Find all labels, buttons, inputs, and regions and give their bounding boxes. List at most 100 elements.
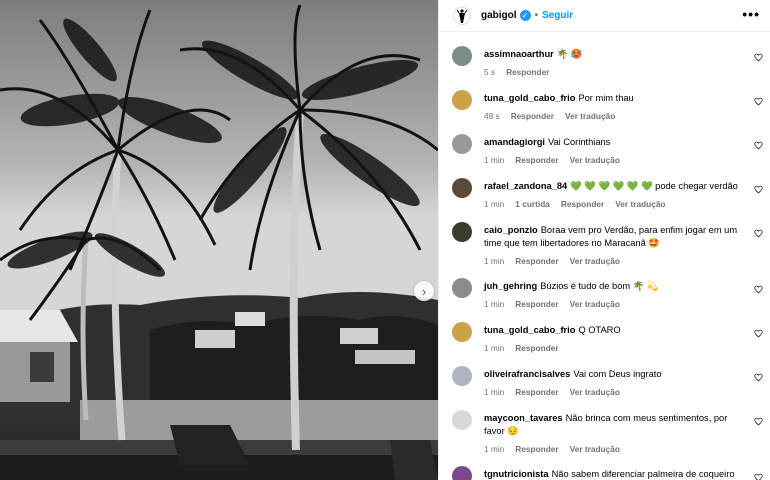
- comment-avatar[interactable]: [452, 322, 472, 342]
- comment-body: tuna_gold_cabo_frio Q OTARO 1 min Responder: [484, 324, 744, 355]
- comment-text-line: maycoon_tavares Não brinca com meus senti…: [484, 412, 744, 438]
- heart-outline-icon[interactable]: [754, 285, 763, 294]
- see-translation-button[interactable]: Ver tradução: [570, 386, 620, 399]
- comment-username[interactable]: maycoon_tavares: [484, 413, 563, 423]
- comment-text-line: rafael_zandona_84 💚 💚 💚 💚 💚 💚 pode chegar…: [484, 180, 744, 193]
- reply-button[interactable]: Responder: [515, 386, 558, 399]
- comment-text-line: tuna_gold_cabo_frio Q OTARO: [484, 324, 744, 337]
- separator-dot: •: [534, 10, 539, 21]
- comment-username[interactable]: assimnaoarthur: [484, 49, 554, 59]
- comment-avatar[interactable]: [452, 278, 472, 298]
- comment-text-line: juh_gehring Búzios é tudo de bom 🌴 💫: [484, 280, 744, 293]
- comment-body: maycoon_tavares Não brinca com meus senti…: [484, 412, 744, 456]
- likes-count[interactable]: 1 curtida: [515, 198, 550, 211]
- heart-outline-icon[interactable]: [754, 53, 763, 62]
- see-translation-button[interactable]: Ver tradução: [570, 443, 620, 456]
- reply-button[interactable]: Responder: [506, 66, 549, 79]
- reply-button[interactable]: Responder: [515, 154, 558, 167]
- silhouette-icon: [457, 8, 467, 23]
- comment-timestamp[interactable]: 48 s: [484, 110, 500, 123]
- post-photo[interactable]: ›: [0, 0, 438, 480]
- comment-username[interactable]: tuna_gold_cabo_frio: [484, 325, 575, 335]
- comment-body: juh_gehring Búzios é tudo de bom 🌴 💫 1 min…: [484, 280, 744, 311]
- comment-username[interactable]: rafael_zandona_84: [484, 181, 567, 191]
- comment-avatar[interactable]: [452, 366, 472, 386]
- reply-button[interactable]: Responder: [515, 443, 558, 456]
- heart-outline-icon[interactable]: [754, 329, 763, 338]
- follow-button[interactable]: Seguir: [542, 10, 573, 21]
- see-translation-button[interactable]: Ver tradução: [570, 154, 620, 167]
- see-translation-button[interactable]: Ver tradução: [565, 110, 615, 123]
- comment-username[interactable]: caio_ponzio: [484, 225, 538, 235]
- reply-button[interactable]: Responder: [515, 255, 558, 268]
- comment-body: tuna_gold_cabo_frio Por mim thau 48 s Respo…: [484, 92, 744, 123]
- comment-text: Vai Corinthians: [547, 137, 611, 147]
- comment-timestamp[interactable]: 1 min: [484, 443, 504, 456]
- comment-username[interactable]: oliveirafrancisalves: [484, 369, 570, 379]
- comment-timestamp[interactable]: 5 s: [484, 66, 495, 79]
- comment-avatar[interactable]: [452, 466, 472, 480]
- comment-body: amandagiorgi Vai Corinthians 1 min Responde…: [484, 136, 744, 167]
- heart-outline-icon[interactable]: [754, 141, 763, 150]
- reply-button[interactable]: Responder: [561, 198, 604, 211]
- heart-outline-icon[interactable]: [754, 473, 763, 480]
- comment-timestamp[interactable]: 1 min: [484, 154, 504, 167]
- comment-timestamp[interactable]: 1 min: [484, 255, 504, 268]
- comment-timestamp[interactable]: 1 min: [484, 298, 504, 311]
- comment-avatar[interactable]: [452, 222, 472, 242]
- heart-outline-icon[interactable]: [754, 373, 763, 382]
- comment-avatar[interactable]: [452, 178, 472, 198]
- comment-text: Búzios é tudo de bom 🌴 💫: [540, 281, 659, 291]
- more-horizontal-icon[interactable]: •••: [742, 6, 760, 22]
- comment-username[interactable]: juh_gehring: [484, 281, 537, 291]
- comment-body: rafael_zandona_84 💚 💚 💚 💚 💚 💚 pode chegar…: [484, 180, 744, 211]
- comment-body: oliveirafrancisalves Vai com Deus ingrato…: [484, 368, 744, 399]
- comment-text: 🌴 🥵: [556, 49, 583, 59]
- comment-username[interactable]: amandagiorgi: [484, 137, 545, 147]
- comment-text-line: caio_ponzio Boraa vem pro Verdão, para en…: [484, 224, 744, 250]
- author-avatar[interactable]: [453, 6, 471, 25]
- see-translation-button[interactable]: Ver tradução: [570, 298, 620, 311]
- comment-text: Vai com Deus ingrato: [573, 369, 662, 379]
- comment-avatar[interactable]: [452, 134, 472, 154]
- heart-outline-icon[interactable]: [754, 185, 763, 194]
- comment-avatar[interactable]: [452, 410, 472, 430]
- comment-avatar[interactable]: [452, 90, 472, 110]
- comment-text-line: assimnaoarthur 🌴 🥵: [484, 48, 744, 61]
- comment-text: Por mim thau: [578, 93, 634, 103]
- reply-button[interactable]: Responder: [515, 342, 558, 355]
- chevron-right-icon: ›: [421, 283, 427, 299]
- see-translation-button[interactable]: Ver tradução: [570, 255, 620, 268]
- comment-timestamp[interactable]: 1 min: [484, 386, 504, 399]
- comment-username[interactable]: tgnutricionista: [484, 469, 549, 479]
- comment-avatar[interactable]: [452, 46, 472, 66]
- comment-meta: 48 s Responder Ver tradução: [484, 110, 744, 123]
- heart-outline-icon[interactable]: [754, 417, 763, 426]
- reply-button[interactable]: Responder: [515, 298, 558, 311]
- comment-body: assimnaoarthur 🌴 🥵 5 s Responder: [484, 48, 744, 79]
- post-side-panel: gabigol ✓ • Seguir ••• assimnaoarthur 🌴 🥵…: [438, 0, 770, 480]
- palm-trees-photo: [0, 0, 438, 480]
- comment-text-line: tuna_gold_cabo_frio Por mim thau: [484, 92, 744, 105]
- reply-button[interactable]: Responder: [511, 110, 554, 123]
- comment-text: 💚 💚 💚 💚 💚 💚 pode chegar verdão: [570, 181, 738, 191]
- comment-timestamp[interactable]: 1 min: [484, 198, 504, 211]
- post-header: gabigol ✓ • Seguir •••: [439, 0, 770, 32]
- see-translation-button[interactable]: Ver tradução: [615, 198, 665, 211]
- comment-body: tgnutricionista Não sabem diferenciar pal…: [484, 468, 744, 480]
- comment-text-line: oliveirafrancisalves Vai com Deus ingrato: [484, 368, 744, 381]
- comment-body: caio_ponzio Boraa vem pro Verdão, para en…: [484, 224, 744, 268]
- heart-outline-icon[interactable]: [754, 229, 763, 238]
- comment-meta: 1 min Responder: [484, 342, 744, 355]
- author-username[interactable]: gabigol: [481, 10, 517, 21]
- comment-meta: 1 min Responder Ver tradução: [484, 443, 744, 456]
- comment-meta: 1 min Responder Ver tradução: [484, 386, 744, 399]
- comment-text-line: tgnutricionista Não sabem diferenciar pal…: [484, 468, 744, 480]
- comment-username[interactable]: tuna_gold_cabo_frio: [484, 93, 575, 103]
- comment-meta: 1 min 1 curtida Responder Ver tradução: [484, 198, 744, 211]
- verified-badge-icon: ✓: [519, 10, 531, 21]
- comment-timestamp[interactable]: 1 min: [484, 342, 504, 355]
- carousel-next-button[interactable]: ›: [414, 281, 434, 301]
- heart-outline-icon[interactable]: [754, 97, 763, 106]
- comment-meta: 1 min Responder Ver tradução: [484, 255, 744, 268]
